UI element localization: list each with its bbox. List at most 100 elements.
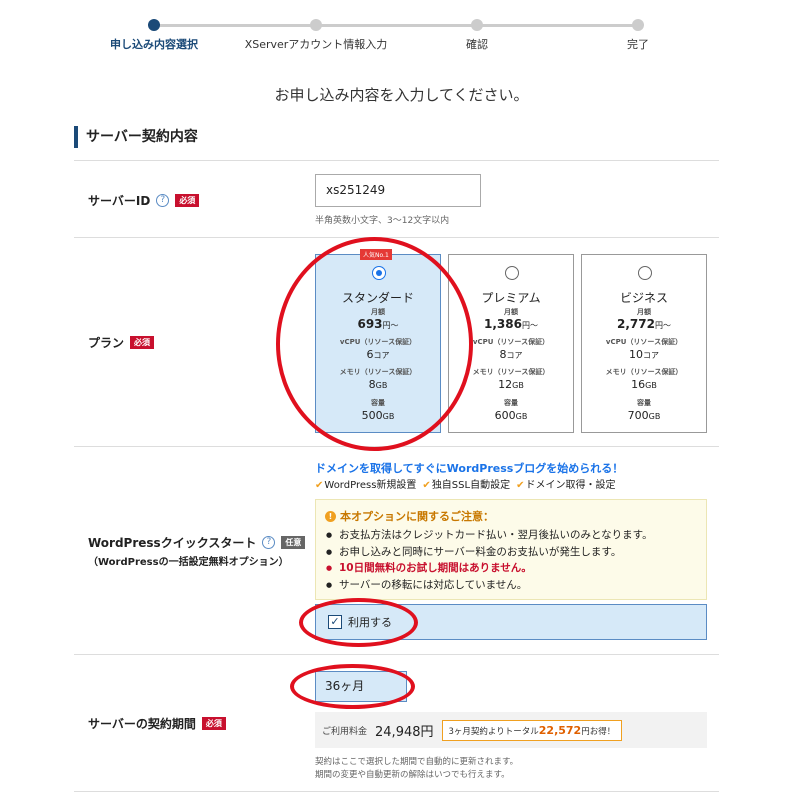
- check-icon: ✔: [516, 480, 525, 491]
- vcpu-number: 8: [499, 348, 507, 361]
- savings-prefix: 3ヶ月契約よりトータル: [448, 726, 539, 737]
- memory-number: 12: [498, 378, 513, 391]
- gb-unit: GB: [375, 381, 388, 390]
- divider: [74, 791, 719, 792]
- feature-item: ✔WordPress新規設置: [315, 476, 416, 491]
- vcpu-value: 10コア: [582, 348, 706, 361]
- core-unit: コア: [506, 351, 523, 360]
- storage-label: 容量: [504, 399, 518, 407]
- notice-item-emphasis: 10日間無料のお試し期間はありません。: [325, 560, 697, 577]
- memory-value: 12GB: [449, 378, 573, 391]
- storage-value: 600GB: [449, 409, 573, 422]
- core-unit: コア: [373, 351, 390, 360]
- vcpu-number: 10: [629, 348, 643, 361]
- plan-radio-business[interactable]: [638, 266, 652, 280]
- feature-item: ✔ドメイン取得・設定: [516, 476, 615, 491]
- gb-unit: GB: [648, 412, 661, 421]
- contract-label: サーバーの契約期間 必須: [88, 715, 226, 732]
- gb-unit: GB: [645, 381, 657, 390]
- plan-price: 1,386円～: [449, 317, 573, 331]
- price-value: 1,386: [484, 317, 522, 331]
- gb-unit: GB: [512, 381, 524, 390]
- contract-period-select[interactable]: 36ヶ月: [315, 671, 407, 702]
- help-icon[interactable]: ?: [156, 194, 170, 207]
- plan-radio-premium[interactable]: [505, 266, 519, 280]
- price-unit: 円～: [654, 321, 671, 330]
- notice-item: お申し込みと同時にサーバー料金のお支払いが発生します。: [325, 544, 697, 561]
- feature-text: ドメイン取得・設定: [525, 480, 616, 491]
- plan-radio-standard[interactable]: [372, 266, 386, 280]
- memory-value: 16GB: [582, 378, 706, 391]
- vcpu-number: 6: [366, 348, 374, 361]
- price-value: 693: [357, 317, 383, 331]
- required-badge: 必須: [175, 194, 200, 207]
- storage-label: 容量: [637, 399, 651, 407]
- savings-badge: 3ヶ月契約よりトータル22,572円お得！: [441, 719, 623, 741]
- divider: [74, 160, 719, 161]
- storage-number: 700: [627, 409, 649, 422]
- memory-number: 16: [631, 378, 646, 391]
- plan-name: プレミアム: [481, 291, 541, 305]
- plan-price: 693円～: [316, 317, 440, 331]
- check-icon: ✔: [422, 480, 431, 491]
- divider: [74, 446, 719, 447]
- plan-price: 2,772円～: [582, 317, 706, 331]
- gb-unit: GB: [515, 412, 528, 421]
- savings-amount: 22,572: [538, 723, 582, 737]
- use-label: 利用する: [348, 616, 392, 629]
- server-id-label: サーバーID ? 必須: [88, 192, 200, 209]
- storage-label: 容量: [371, 399, 385, 407]
- fee-bar: ご利用料金 24,948円 3ヶ月契約よりトータル22,572円お得！: [315, 712, 707, 748]
- storage-value: 500GB: [316, 409, 440, 422]
- monthly-label: 月額: [637, 308, 651, 316]
- vcpu-value: 6コア: [316, 348, 440, 361]
- memory-label: メモリ（リソース保証）: [605, 368, 683, 376]
- storage-number: 600: [494, 409, 516, 422]
- notice-item: お支払方法はクレジットカード払い・翌月後払いのみとなります。: [325, 527, 697, 544]
- optional-badge: 任意: [281, 536, 306, 549]
- plan-card-business[interactable]: ビジネス 月額 2,772円～ vCPU（リソース保証） 10コア メモリ（リソ…: [581, 254, 707, 433]
- memory-number: 8: [368, 378, 376, 391]
- memory-label: メモリ（リソース保証）: [339, 368, 417, 376]
- wordpress-label-text: WordPressクイックスタート: [88, 536, 257, 550]
- fee-amount: 24,948円: [375, 724, 434, 740]
- required-badge: 必須: [130, 336, 155, 349]
- contract-note-1: 契約はここで選択した期間で自動的に更新されます。: [315, 757, 519, 767]
- wordpress-label: WordPressクイックスタート ? 任意: [88, 534, 306, 551]
- notice-box: ! 本オプションに関するご注意： お支払方法はクレジットカード払い・翌月後払いの…: [315, 499, 707, 600]
- step-dot-3: [471, 19, 483, 31]
- step-dot-4: [632, 19, 644, 31]
- plan-card-standard[interactable]: 人気No.1 スタンダード 月額 693円～ vCPU（リソース保証） 6コア …: [315, 249, 441, 433]
- server-id-input[interactable]: xs251249: [315, 174, 481, 207]
- memory-label: メモリ（リソース保証）: [472, 368, 550, 376]
- feature-text: 独自SSL自動設定: [431, 480, 511, 491]
- monthly-label: 月額: [371, 308, 385, 316]
- vcpu-label: vCPU（リソース保証）: [472, 338, 550, 346]
- plan-card-premium[interactable]: プレミアム 月額 1,386円～ vCPU（リソース保証） 8コア メモリ（リソ…: [448, 254, 574, 433]
- vcpu-value: 8コア: [449, 348, 573, 361]
- step-label-1: 申し込み内容選択: [110, 38, 198, 51]
- step-dot-2: [310, 19, 322, 31]
- feature-item: ✔独自SSL自動設定: [422, 476, 510, 491]
- plan-label: プラン 必須: [88, 334, 155, 351]
- divider: [74, 654, 719, 655]
- help-icon[interactable]: ?: [262, 536, 276, 549]
- divider: [74, 237, 719, 238]
- wordpress-sub-label: （WordPressの一括設定無料オプション）: [88, 557, 289, 568]
- price-value: 2,772: [617, 317, 655, 331]
- contract-label-text: サーバーの契約期間: [88, 717, 196, 731]
- price-unit: 円～: [521, 321, 538, 330]
- storage-value: 700GB: [582, 409, 706, 422]
- use-checkbox[interactable]: ✓: [328, 615, 342, 629]
- step-dot-1: [148, 19, 160, 31]
- warning-icon: !: [325, 510, 336, 522]
- server-id-hint: 半角英数小文字、3～12文字以内: [315, 216, 450, 226]
- use-option-checkbox-row[interactable]: ✓ 利用する: [315, 604, 707, 640]
- plan-name: ビジネス: [619, 291, 668, 305]
- check-icon: ✔: [315, 480, 324, 491]
- section-title: サーバー契約内容: [74, 126, 198, 148]
- progress-steps: 申し込み内容選択 XServerアカウント情報入力 確認 完了: [0, 14, 803, 54]
- notice-title-text: 本オプションに関するご注意：: [340, 510, 494, 523]
- vcpu-label: vCPU（リソース保証）: [339, 338, 417, 346]
- feature-text: WordPress新規設置: [324, 480, 417, 491]
